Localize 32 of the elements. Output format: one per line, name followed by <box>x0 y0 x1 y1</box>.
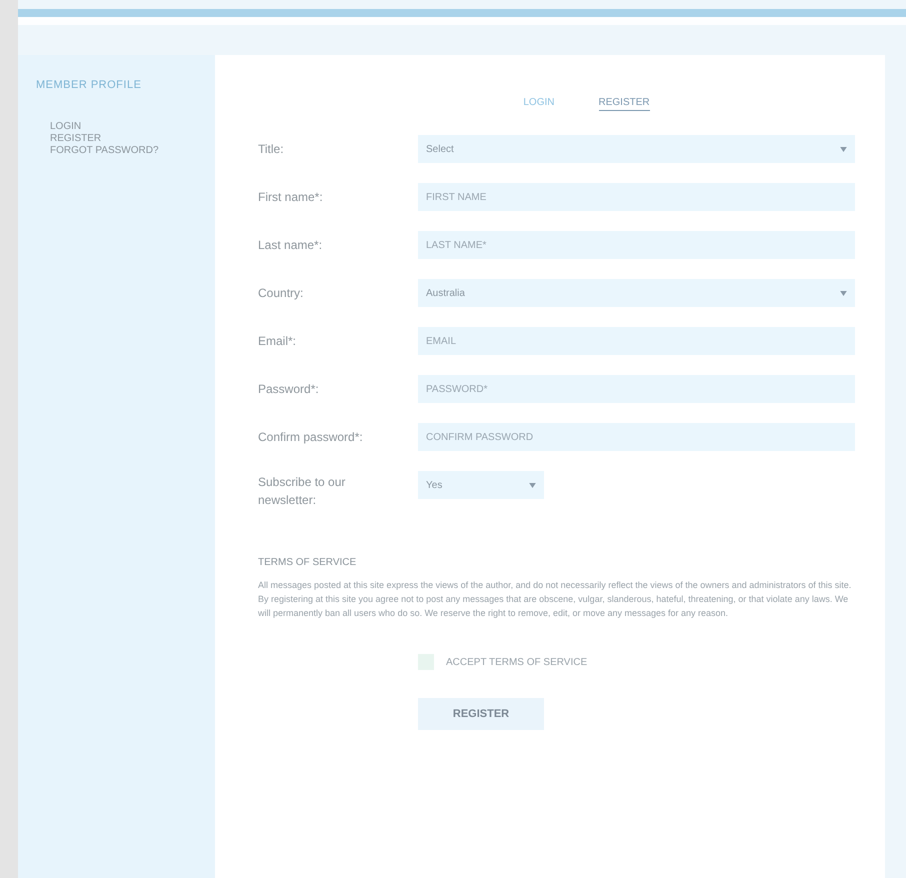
field-label: Email*: <box>258 333 298 349</box>
field-label: Subscribe to our newsletter: <box>258 474 346 509</box>
field-label: Password*: <box>258 381 320 397</box>
dropdown[interactable]: Select <box>418 135 855 163</box>
dropdown-value: Australia <box>426 288 465 298</box>
dropdown[interactable]: Australia <box>418 279 855 307</box>
caret-icon <box>840 146 847 152</box>
terms-text: All messages posted at this site express the views of the author, and do not necessarily reflect the views of the owners and administrators of this site. By registering at this site you agree not to post any messages that are obscene, vulgar, slanderous, hateful, threatening, or that violate any laws. We will permanently ban all users who do so. We reserve the right to remove, edit, or move any messages for any reason. <box>258 579 852 620</box>
input-field[interactable]: LAST NAME* <box>418 231 855 259</box>
checkbox-label: ACCEPT TERMS OF SERVICE <box>446 656 588 668</box>
field-label: Last name*: <box>258 237 324 253</box>
field-label: Title: <box>258 141 285 157</box>
caret-icon <box>529 482 536 488</box>
dropdown[interactable]: Yes <box>418 471 544 499</box>
field-label: Confirm password*: <box>258 429 364 445</box>
input-field[interactable]: FIRST NAME <box>418 183 855 211</box>
dropdown-value: Select <box>426 144 454 154</box>
field-label: Country: <box>258 285 304 301</box>
caret-icon <box>840 290 847 296</box>
tab[interactable]: REGISTER <box>598 97 650 111</box>
sidebar-link[interactable]: LOGIN <box>50 121 215 133</box>
dropdown-value: Yes <box>426 480 442 490</box>
input-field[interactable]: PASSWORD* <box>418 375 855 403</box>
sidebar-link[interactable]: FORGOT PASSWORD? <box>50 145 215 157</box>
sidebar-title: MEMBER PROFILE <box>36 79 142 91</box>
tab[interactable]: LOGIN <box>523 97 554 111</box>
section-heading: TERMS OF SERVICE <box>258 557 358 568</box>
register-button[interactable]: REGISTER <box>418 698 544 730</box>
field-label: First name*: <box>258 189 324 205</box>
input-field[interactable]: CONFIRM PASSWORD <box>418 423 855 451</box>
input-field[interactable]: EMAIL <box>418 327 855 355</box>
sidebar-link[interactable]: REGISTER <box>50 133 215 145</box>
